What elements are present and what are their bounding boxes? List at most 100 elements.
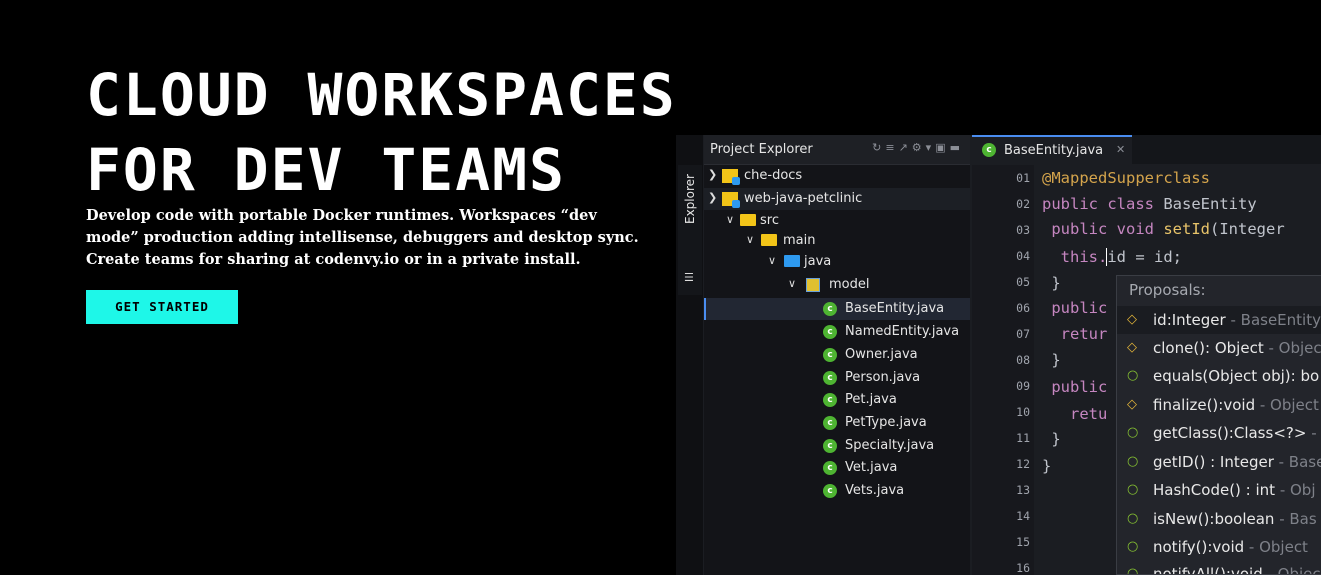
- class-icon: c: [823, 393, 837, 407]
- code-line: public: [1042, 299, 1108, 317]
- proposal-item[interactable]: ◇ clone(): Object - Objec: [1117, 334, 1321, 362]
- tree-item-src[interactable]: ∨ src: [704, 210, 970, 232]
- line-number: 13: [1016, 483, 1030, 497]
- tree-item-che-docs[interactable]: ❯ che-docs: [704, 165, 970, 187]
- project-explorer-panel: Project Explorer ↻≡↗⚙▾▣▬ ❯ che-docs ❯ we…: [704, 135, 970, 575]
- editor-tab-bar: c BaseEntity.java ✕: [972, 135, 1321, 164]
- line-number: 04: [1016, 249, 1030, 263]
- tree-item-model[interactable]: ∨ model: [704, 274, 970, 296]
- line-number: 15: [1016, 535, 1030, 549]
- project-icon: [722, 192, 740, 208]
- class-icon: c: [982, 143, 996, 157]
- line-number: 12: [1016, 457, 1030, 471]
- minimize-icon[interactable]: ▬: [950, 141, 964, 154]
- explorer-side-tab[interactable]: Explorer ☰: [678, 165, 702, 295]
- hero-description: Develop code with portable Docker runtim…: [86, 207, 639, 268]
- tree-item-label: web-java-petclinic: [744, 191, 863, 206]
- refresh-icon[interactable]: ↻: [872, 141, 885, 154]
- line-number: 02: [1016, 197, 1030, 211]
- tree-item-vet[interactable]: c Vet.java: [704, 457, 970, 479]
- code-line: public: [1042, 378, 1108, 396]
- proposal-item[interactable]: ○ notifyAll():void - Objec: [1117, 560, 1321, 575]
- tree-item-label: Specialty.java: [845, 438, 935, 453]
- method-icon: ○: [1127, 425, 1139, 440]
- line-number: 14: [1016, 509, 1030, 523]
- gear-icon[interactable]: ⚙▾: [912, 141, 935, 154]
- line-number: 10: [1016, 405, 1030, 419]
- proposal-item[interactable]: ○ getID() : Integer - Base: [1117, 448, 1321, 476]
- proposal-item[interactable]: ○ equals(Object obj): bo: [1117, 362, 1321, 390]
- code-line: }: [1042, 430, 1061, 448]
- tree-item-label: src: [760, 213, 779, 228]
- package-icon: [806, 278, 820, 292]
- line-number: 16: [1016, 561, 1030, 575]
- tree-item-label: Pet.java: [845, 392, 897, 407]
- tree-item-label: Person.java: [845, 370, 921, 385]
- project-icon: [722, 169, 740, 185]
- tree-item-label: BaseEntity.java: [845, 301, 945, 316]
- tree-item-label: che-docs: [744, 168, 803, 183]
- project-explorer-toolbar: ↻≡↗⚙▾▣▬: [872, 141, 964, 154]
- collapse-icon[interactable]: ≡: [885, 141, 898, 154]
- method-icon: ◇: [1127, 340, 1137, 355]
- hero-title: CLOUD WORKSPACES FOR DEV TEAMS: [86, 58, 677, 208]
- tree-item-specialty[interactable]: c Specialty.java: [704, 435, 970, 457]
- method-icon: ◇: [1127, 397, 1137, 412]
- method-icon: ○: [1127, 482, 1139, 497]
- field-icon: ◇: [1127, 312, 1137, 327]
- code-line: }: [1042, 274, 1061, 292]
- chevron-right-icon[interactable]: ❯: [708, 168, 718, 181]
- proposal-item[interactable]: ○ isNew():boolean - Bas: [1117, 505, 1321, 533]
- method-icon: ○: [1127, 566, 1139, 575]
- editor-tab-baseentity[interactable]: c BaseEntity.java ✕: [972, 135, 1132, 164]
- tree-item-web-java-petclinic[interactable]: ❯ web-java-petclinic: [704, 188, 970, 210]
- proposal-item[interactable]: ○ HashCode() : int - Obj: [1117, 476, 1321, 504]
- chevron-down-icon[interactable]: ∨: [746, 233, 756, 246]
- text-cursor: id = id;: [1106, 248, 1182, 266]
- proposal-item[interactable]: ◇ finalize():void - Object: [1117, 391, 1321, 419]
- proposal-item[interactable]: ○ notify():void - Object: [1117, 533, 1321, 561]
- class-icon: c: [823, 484, 837, 498]
- folder-icon: [740, 214, 756, 226]
- chevron-down-icon[interactable]: ∨: [726, 213, 736, 226]
- method-icon: ○: [1127, 511, 1139, 526]
- tree-item-main[interactable]: ∨ main: [704, 230, 970, 252]
- tree-item-vets[interactable]: c Vets.java: [704, 480, 970, 502]
- tree-item-label: model: [829, 277, 870, 292]
- proposal-item[interactable]: ◇ id:Integer - BaseEntity: [1117, 306, 1321, 334]
- tree-item-namedentity[interactable]: c NamedEntity.java: [704, 321, 970, 343]
- method-icon: ○: [1127, 368, 1139, 383]
- tree-item-owner[interactable]: c Owner.java: [704, 344, 970, 366]
- line-number: 01: [1016, 171, 1030, 185]
- code-line: public void setId(Integer: [1042, 220, 1285, 238]
- tree-item-label: main: [783, 233, 816, 248]
- tree-item-label: java: [804, 254, 832, 269]
- tree-item-baseentity[interactable]: c BaseEntity.java: [704, 298, 970, 320]
- tree-item-label: Vets.java: [845, 483, 905, 498]
- chevron-down-icon[interactable]: ∨: [768, 254, 778, 267]
- explorer-icon: ☰: [684, 271, 694, 284]
- tree-item-pet[interactable]: c Pet.java: [704, 389, 970, 411]
- hero-title-line-2: FOR DEV TEAMS: [86, 136, 566, 204]
- get-started-button[interactable]: GET STARTED: [86, 290, 238, 324]
- tree-item-person[interactable]: c Person.java: [704, 367, 970, 389]
- proposal-item[interactable]: ○ getClass():Class<?> - C: [1117, 419, 1321, 447]
- line-number: 06: [1016, 301, 1030, 315]
- code-line: }: [1042, 457, 1052, 475]
- code-line: public class BaseEntity: [1042, 195, 1257, 213]
- line-number: 05: [1016, 275, 1030, 289]
- line-number: 08: [1016, 353, 1030, 367]
- tree-item-java[interactable]: ∨ java: [704, 251, 970, 273]
- class-icon: c: [823, 348, 837, 362]
- tree-item-label: Owner.java: [845, 347, 918, 362]
- method-icon: ○: [1127, 454, 1139, 469]
- close-icon[interactable]: ✕: [1116, 143, 1125, 156]
- link-icon[interactable]: ↗: [899, 141, 912, 154]
- chevron-down-icon[interactable]: ∨: [788, 277, 798, 290]
- tree-item-pettype[interactable]: c PetType.java: [704, 412, 970, 434]
- line-number-gutter: 01 02 03 04 05 06 07 08 09 10 11 12 13 1…: [972, 165, 1034, 575]
- chevron-right-icon[interactable]: ❯: [708, 191, 718, 204]
- class-icon: c: [823, 371, 837, 385]
- code-line: retur: [1042, 325, 1108, 343]
- maximize-icon[interactable]: ▣: [935, 141, 949, 154]
